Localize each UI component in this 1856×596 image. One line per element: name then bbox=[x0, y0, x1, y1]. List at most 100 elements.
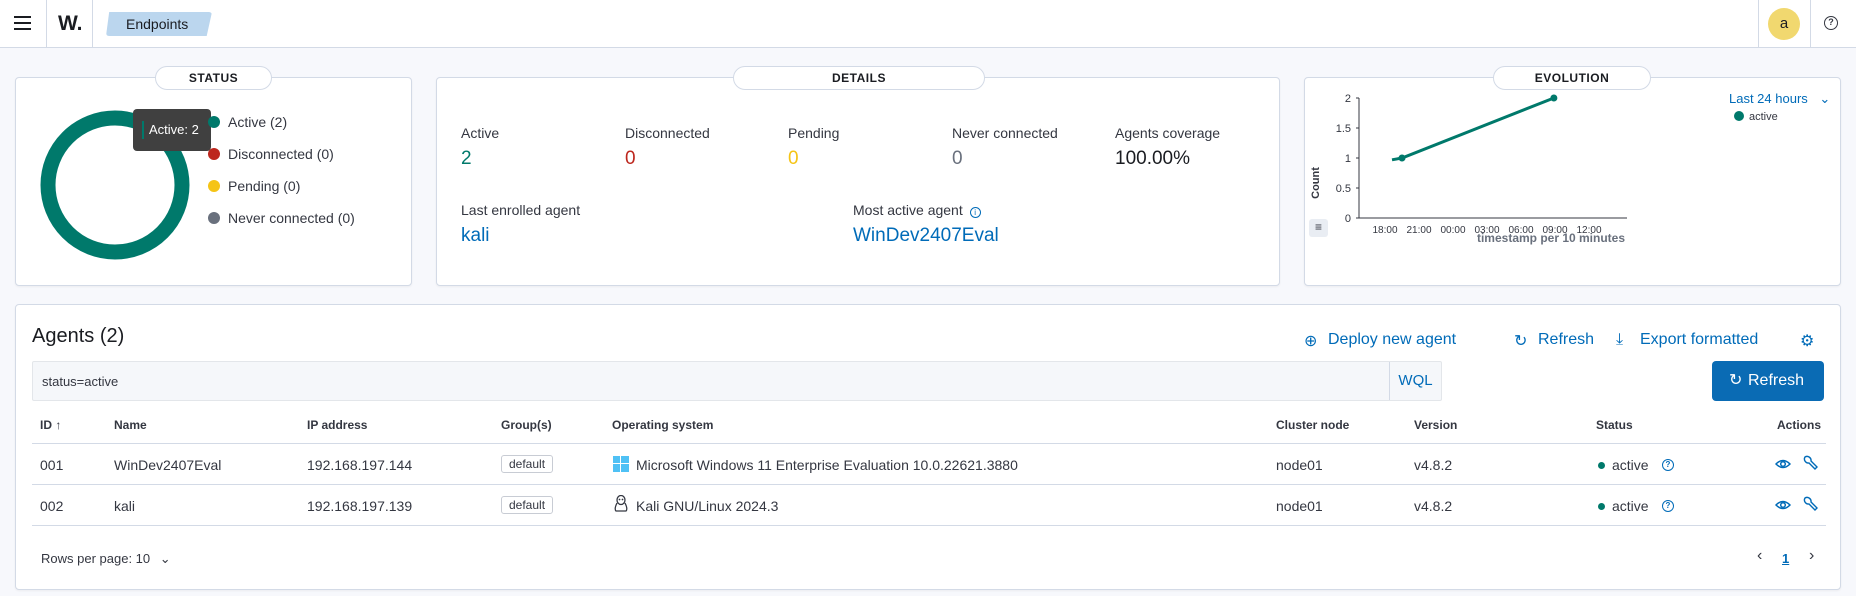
stat-label-coverage: Agents coverage bbox=[1115, 125, 1221, 141]
group-badge[interactable]: default bbox=[501, 455, 554, 473]
status-help-icon[interactable]: ? bbox=[1662, 500, 1674, 512]
cell-status: active bbox=[1612, 498, 1649, 514]
eye-icon[interactable] bbox=[1775, 457, 1791, 471]
legend-item-pending[interactable]: Pending (0) bbox=[208, 178, 300, 194]
legend-dot-icon bbox=[208, 148, 220, 160]
export-formatted-link[interactable]: ⤓ Export formatted bbox=[1616, 331, 1758, 349]
column-header-ip[interactable]: IP address bbox=[307, 418, 367, 432]
cell-os: Microsoft Windows 11 Enterprise Evaluati… bbox=[636, 457, 1018, 473]
legend-dot-icon bbox=[208, 180, 220, 192]
divider bbox=[32, 443, 1826, 444]
next-page-icon[interactable]: › bbox=[1809, 547, 1814, 565]
stat-label-never-connected: Never connected bbox=[952, 125, 1058, 141]
eye-icon[interactable] bbox=[1775, 498, 1791, 512]
cell-name: kali bbox=[114, 498, 136, 514]
stat-value-disconnected[interactable]: 0 bbox=[625, 148, 636, 170]
previous-page-icon[interactable]: ‹ bbox=[1757, 547, 1762, 565]
legend-item-active[interactable]: Active (2) bbox=[208, 114, 287, 130]
x-tick-label: 03:00 bbox=[1474, 225, 1499, 236]
page-number-button[interactable]: 1 bbox=[1782, 551, 1789, 566]
menu-icon[interactable] bbox=[10, 10, 36, 36]
stat-value-coverage: 100.00% bbox=[1115, 148, 1191, 169]
details-panel-title: DETAILS bbox=[733, 66, 985, 90]
linux-icon bbox=[614, 495, 628, 512]
stat-value-never-connected[interactable]: 0 bbox=[952, 148, 963, 170]
stat-value-active[interactable]: 2 bbox=[461, 148, 472, 170]
legend-dot-icon bbox=[208, 116, 220, 128]
data-point bbox=[1550, 94, 1558, 102]
windows-icon bbox=[613, 456, 629, 472]
y-tick-label: 0 bbox=[1345, 213, 1351, 225]
legend-item-disconnected[interactable]: Disconnected (0) bbox=[208, 146, 334, 162]
search-input[interactable]: status=active WQL bbox=[32, 361, 1442, 401]
y-tick-label: 2 bbox=[1345, 93, 1351, 105]
column-header-os[interactable]: Operating system bbox=[612, 418, 713, 432]
top-bar: W. Endpoints a ? bbox=[0, 0, 1856, 48]
column-header-status[interactable]: Status bbox=[1596, 418, 1633, 432]
app-logo[interactable]: W. bbox=[58, 12, 83, 36]
status-help-icon[interactable]: ? bbox=[1662, 459, 1674, 471]
legend-item-never-connected[interactable]: Never connected (0) bbox=[208, 210, 355, 226]
refresh-link[interactable]: ↻ Refresh bbox=[1514, 331, 1594, 350]
details-panel: DETAILS Active 2 Disconnected 0 Pending … bbox=[436, 66, 1280, 286]
cell-version: v4.8.2 bbox=[1414, 457, 1453, 473]
cell-ip: 192.168.197.139 bbox=[307, 498, 413, 514]
evolution-line-chart[interactable]: Count timestamp per 10 minutes 00.511.52… bbox=[1305, 78, 1842, 287]
refresh-icon: ↻ bbox=[1729, 372, 1743, 389]
x-tick-label: 09:00 bbox=[1542, 225, 1567, 236]
column-header-actions: Actions bbox=[1777, 418, 1822, 432]
x-tick-label: 18:00 bbox=[1372, 225, 1397, 236]
cell-id: 001 bbox=[40, 457, 64, 473]
rows-per-page-selector[interactable]: Rows per page: 10 ⌄ bbox=[41, 551, 171, 567]
column-header-id[interactable]: ID ↑ bbox=[40, 418, 61, 432]
y-axis-label: Count bbox=[1310, 167, 1322, 199]
gear-icon: ⚙ bbox=[1800, 333, 1815, 350]
refresh-icon: ↻ bbox=[1514, 333, 1528, 350]
info-icon[interactable]: i bbox=[969, 207, 981, 218]
column-header-name[interactable]: Name bbox=[114, 418, 147, 432]
last-enrolled-label: Last enrolled agent bbox=[461, 202, 581, 218]
x-tick-label: 06:00 bbox=[1508, 225, 1533, 236]
stat-value-pending[interactable]: 0 bbox=[788, 148, 799, 170]
deploy-new-agent-link[interactable]: ⊕ Deploy new agent bbox=[1304, 331, 1456, 350]
sort-arrow-up-icon: ↑ bbox=[55, 418, 62, 432]
export-icon: ⤓ bbox=[1616, 331, 1624, 348]
refresh-button[interactable]: ↻ Refresh bbox=[1712, 361, 1824, 401]
plus-circle-icon: ⊕ bbox=[1304, 333, 1318, 350]
list-icon[interactable]: ≡ bbox=[1309, 219, 1328, 237]
last-enrolled-link[interactable]: kali bbox=[461, 225, 490, 247]
column-header-groups[interactable]: Group(s) bbox=[501, 418, 552, 432]
divider bbox=[32, 484, 1826, 485]
help-icon[interactable]: ? bbox=[1824, 16, 1838, 30]
stat-label-pending: Pending bbox=[788, 125, 840, 141]
cell-version: v4.8.2 bbox=[1414, 498, 1453, 514]
cell-os: Kali GNU/Linux 2024.3 bbox=[636, 498, 779, 514]
divider bbox=[32, 525, 1826, 526]
series-line-active bbox=[1391, 96, 1555, 162]
cell-ip: 192.168.197.144 bbox=[307, 457, 413, 473]
status-dot-icon bbox=[1598, 503, 1605, 510]
most-active-link[interactable]: WinDev2407Eval bbox=[853, 225, 999, 247]
wrench-icon[interactable] bbox=[1802, 455, 1818, 471]
y-tick-label: 1.5 bbox=[1336, 123, 1351, 135]
avatar[interactable]: a bbox=[1768, 8, 1800, 40]
wrench-icon[interactable] bbox=[1802, 496, 1818, 512]
column-header-cluster-node[interactable]: Cluster node bbox=[1276, 418, 1349, 432]
breadcrumb-endpoints[interactable]: Endpoints bbox=[106, 12, 212, 36]
agents-title: Agents (2) bbox=[32, 325, 125, 347]
cell-name: WinDev2407Eval bbox=[114, 457, 222, 473]
status-panel: STATUS Active: 2 Active (2) Disconnected… bbox=[15, 66, 412, 286]
data-point bbox=[1398, 154, 1406, 162]
chevron-down-icon: ⌄ bbox=[159, 551, 171, 566]
column-header-version[interactable]: Version bbox=[1414, 418, 1457, 432]
divider bbox=[1810, 0, 1811, 48]
chart-tooltip: Active: 2 bbox=[133, 109, 211, 151]
group-badge[interactable]: default bbox=[501, 496, 554, 514]
stat-label-active: Active bbox=[461, 125, 500, 141]
wql-button[interactable]: WQL bbox=[1389, 362, 1441, 400]
x-tick-label: 00:00 bbox=[1440, 225, 1465, 236]
cell-status: active bbox=[1612, 457, 1649, 473]
evolution-panel: EVOLUTION Last 24 hours ⌄ active Count t… bbox=[1304, 66, 1842, 287]
table-settings-button[interactable]: ⚙ bbox=[1800, 331, 1814, 351]
y-tick-label: 1 bbox=[1345, 153, 1351, 165]
